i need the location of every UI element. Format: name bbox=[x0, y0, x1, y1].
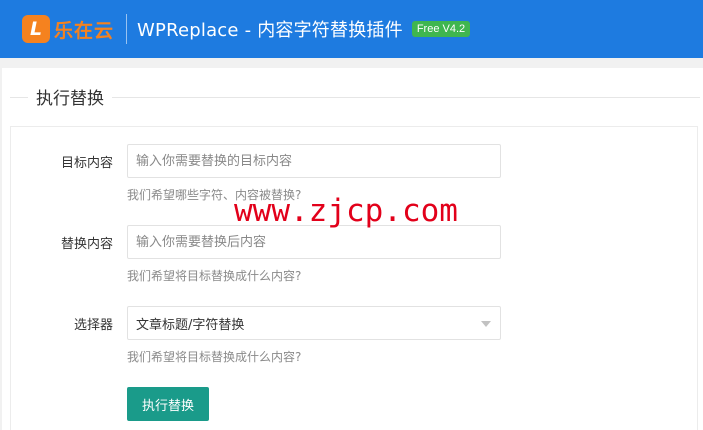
replacement-hint: 我们希望将目标替换成什么内容? bbox=[127, 269, 302, 283]
logo-badge-icon: L bbox=[22, 15, 50, 43]
brand-logo[interactable]: L 乐在云 bbox=[22, 12, 114, 46]
execute-replace-button[interactable]: 执行替换 bbox=[127, 387, 209, 421]
section-header: 执行替换 bbox=[10, 84, 700, 110]
header-divider bbox=[126, 14, 128, 44]
target-input[interactable] bbox=[127, 144, 501, 178]
logo-text: 乐在云 bbox=[54, 19, 115, 42]
selector-dropdown[interactable]: 文章标题/字符替换 bbox=[127, 306, 501, 340]
top-header: L 乐在云 WPReplace - 内容字符替换插件 Free V4.2 bbox=[0, 0, 703, 58]
selector-value: 文章标题/字符替换 bbox=[136, 317, 245, 333]
section-divider bbox=[10, 97, 700, 98]
replacement-label: 替换内容 bbox=[60, 237, 113, 252]
watermark-text: www.zjcp.com bbox=[234, 193, 458, 229]
chevron-down-icon bbox=[481, 321, 491, 327]
replacement-input[interactable] bbox=[127, 225, 501, 259]
selector-hint: 我们希望将目标替换成什么内容? bbox=[127, 350, 302, 364]
version-badge: Free V4.2 bbox=[411, 21, 471, 37]
target-label: 目标内容 bbox=[60, 156, 113, 171]
plugin-title: WPReplace - 内容字符替换插件 bbox=[137, 20, 403, 41]
selector-label: 选择器 bbox=[73, 318, 113, 333]
section-title: 执行替换 bbox=[28, 84, 112, 109]
